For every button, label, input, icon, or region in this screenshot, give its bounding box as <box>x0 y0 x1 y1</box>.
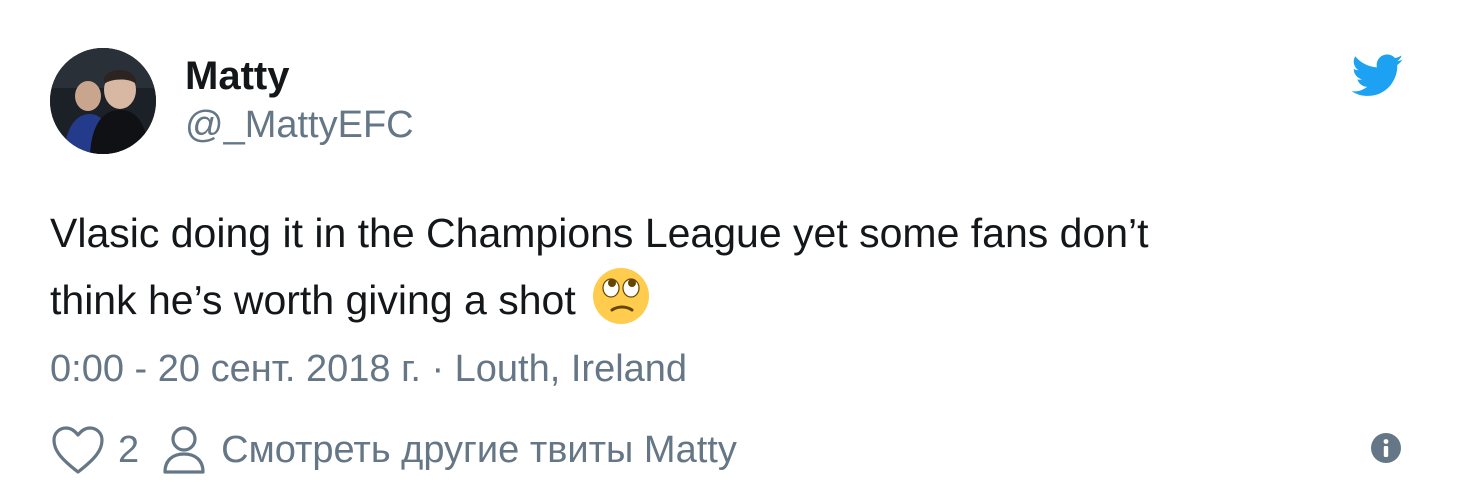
avatar[interactable] <box>50 48 156 154</box>
avatar-photo <box>50 48 156 154</box>
heart-icon <box>52 426 104 474</box>
tweet-time[interactable]: 0:00 <box>50 348 124 390</box>
time-date-dash: - <box>134 348 148 390</box>
meta-separator: · <box>431 348 445 390</box>
embedded-tweet: Matty @_MattyEFC Vlasic doing it in the … <box>0 0 1460 500</box>
view-more-tweets-label: Смотреть другие твиты Matty <box>221 428 737 471</box>
author-block[interactable]: Matty @_MattyEFC <box>185 52 414 150</box>
rolling-eyes-emoji-icon <box>593 268 650 324</box>
like-button[interactable]: 2 <box>50 424 139 476</box>
tweet-actions: 2 Смотреть другие твиты Matty <box>50 420 737 480</box>
author-handle[interactable]: @_MattyEFC <box>185 100 414 150</box>
tweet-location[interactable]: Louth, Ireland <box>455 348 687 390</box>
tweet-text: Vlasic doing it in the Champions League … <box>50 200 1390 333</box>
person-icon <box>163 426 205 474</box>
tweet-date[interactable]: 20 сент. 2018 г. <box>158 348 421 390</box>
tweet-meta: 0:00 - 20 сент. 2018 г. · Louth, Ireland <box>50 344 687 394</box>
view-more-tweets-link[interactable]: Смотреть другие твиты Matty <box>161 424 737 476</box>
like-count: 2 <box>118 428 140 471</box>
twitter-bird-icon[interactable] <box>1352 54 1404 98</box>
info-icon[interactable] <box>1370 432 1402 464</box>
author-display-name[interactable]: Matty <box>185 52 414 100</box>
